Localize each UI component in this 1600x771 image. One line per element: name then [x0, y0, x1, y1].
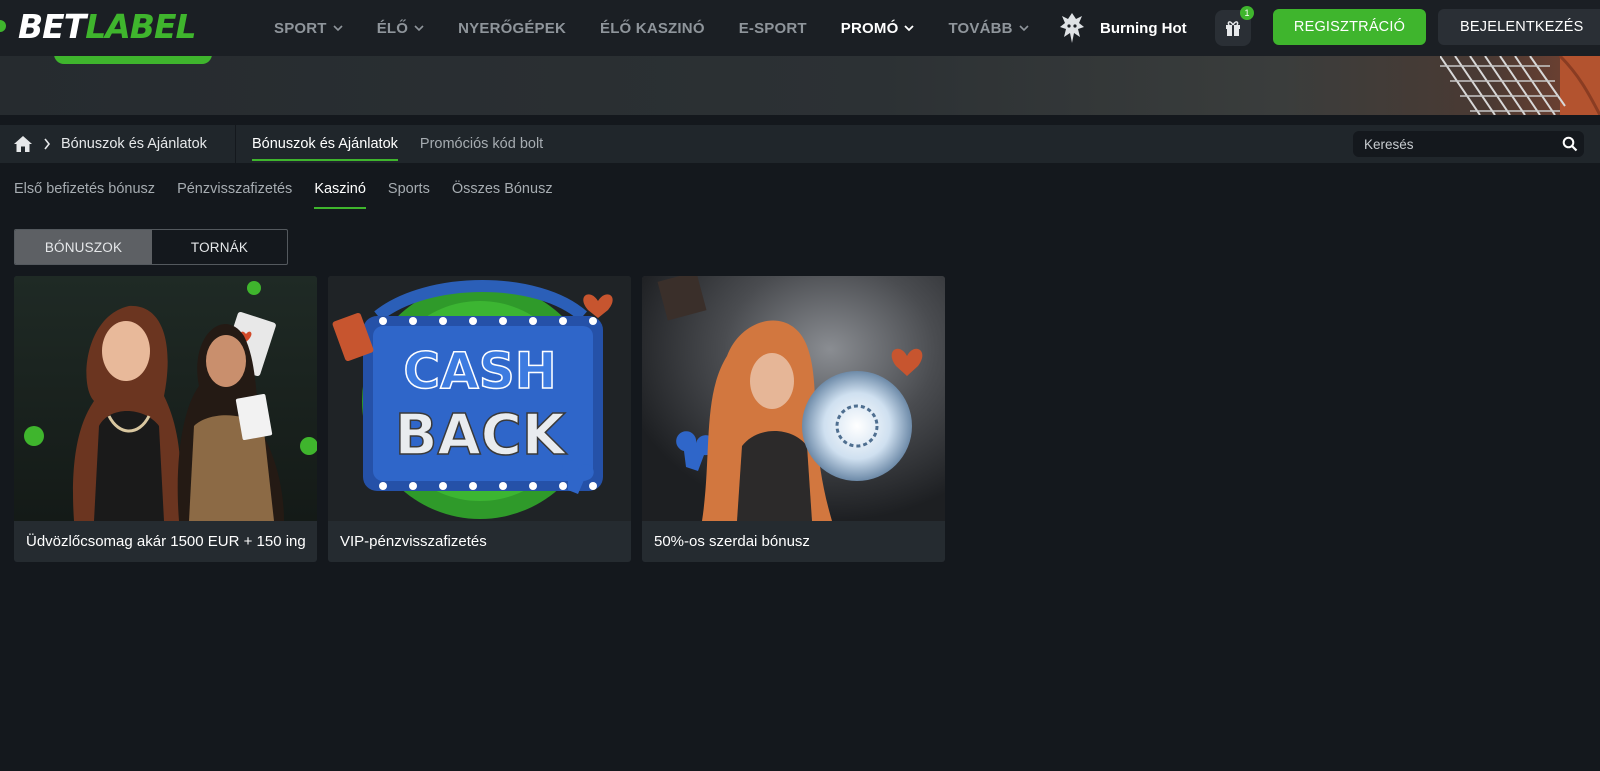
tab-sports[interactable]: Sports — [388, 167, 430, 211]
nav-sport[interactable]: SPORT — [274, 20, 343, 37]
gift-button[interactable]: 1 — [1215, 6, 1254, 46]
banner-cta-button[interactable] — [54, 56, 212, 64]
login-button[interactable]: BEJELENTKEZÉS — [1438, 9, 1600, 45]
chevron-down-icon — [333, 25, 343, 32]
toggle-bonuses[interactable]: BÓNUSZOK — [15, 230, 152, 264]
card-title: VIP-pénzvisszafizetés — [340, 533, 487, 550]
featured-game-link[interactable]: Burning Hot — [1058, 0, 1187, 56]
card-title: 50%-os szerdai bónusz — [654, 533, 810, 550]
betlabel-logo[interactable]: BETLABEL — [18, 8, 197, 46]
breadcrumb: Bónuszok és Ajánlatok — [13, 125, 207, 163]
register-button[interactable]: REGISZTRÁCIÓ — [1273, 9, 1426, 45]
tab-bonuses-offers[interactable]: Bónuszok és Ajánlatok — [252, 125, 398, 163]
cash-text: CASH — [403, 342, 556, 400]
chevron-right-icon — [44, 138, 51, 150]
tab-promo-code-store[interactable]: Promóciós kód bolt — [420, 125, 543, 163]
card-title: Üdvözlőcsomag akár 1500 EUR + 150 ingyen… — [26, 533, 305, 550]
tab-all-bonuses[interactable]: Összes Bónusz — [452, 167, 553, 211]
section-tabs: Bónuszok és Ajánlatok Promóciós kód bolt — [252, 125, 565, 163]
tab-cashback[interactable]: Pénzvisszafizetés — [177, 167, 292, 211]
tab-first-deposit-bonus[interactable]: Első befizetés bónusz — [14, 167, 155, 211]
nav-live[interactable]: ÉLŐ — [377, 20, 424, 37]
top-header: BETLABEL SPORT ÉLŐ NYERŐGÉPEK ÉLŐ KASZIN… — [0, 0, 1600, 56]
back-text: BACK — [395, 403, 568, 468]
nav-slots[interactable]: NYERŐGÉPEK — [458, 20, 566, 37]
search-box — [1353, 131, 1584, 157]
basketball-net-image — [1440, 56, 1600, 115]
home-icon[interactable] — [13, 135, 33, 153]
nav-esport[interactable]: E-SPORT — [739, 20, 807, 37]
chevron-down-icon — [414, 25, 424, 32]
toggle-tournaments[interactable]: TORNÁK — [152, 230, 287, 264]
tab-casino[interactable]: Kaszinó — [314, 167, 366, 211]
welcome-bonus-image — [14, 276, 317, 521]
logo-accent — [0, 20, 6, 32]
chevron-down-icon — [904, 25, 915, 32]
nav-more[interactable]: TOVÁBB — [948, 20, 1029, 37]
nav-promo[interactable]: PROMÓ — [841, 20, 915, 37]
cashback-image: CASH BACK — [328, 276, 631, 521]
bonus-tournament-toggle: BÓNUSZOK TORNÁK — [14, 229, 288, 265]
wednesday-bonus-image — [642, 276, 945, 521]
bonus-card-vip-cashback[interactable]: CASH BACK VIP-pénzvisszafizetés — [328, 276, 631, 562]
search-input[interactable] — [1353, 131, 1584, 157]
search-icon[interactable] — [1562, 136, 1578, 152]
breadcrumb-bar: Bónuszok és Ajánlatok Bónuszok és Ajánla… — [0, 125, 1600, 163]
promo-banner[interactable] — [0, 56, 1600, 115]
main-nav: SPORT ÉLŐ NYERŐGÉPEK ÉLŐ KASZINÓ E-SPORT… — [274, 0, 1063, 56]
bonus-card-wednesday[interactable]: 50%-os szerdai bónusz — [642, 276, 945, 562]
gift-count-badge: 1 — [1240, 6, 1254, 20]
breadcrumb-divider — [235, 125, 236, 163]
nav-live-casino[interactable]: ÉLŐ KASZINÓ — [600, 20, 705, 37]
bonus-card-welcome[interactable]: Üdvözlőcsomag akár 1500 EUR + 150 ingyen… — [14, 276, 317, 562]
chevron-down-icon — [1019, 25, 1029, 32]
gift-icon — [1226, 21, 1240, 36]
category-tabs: Első befizetés bónusz Pénzvisszafizetés … — [14, 167, 575, 211]
dragon-icon — [1060, 13, 1084, 43]
breadcrumb-current[interactable]: Bónuszok és Ajánlatok — [61, 136, 207, 152]
